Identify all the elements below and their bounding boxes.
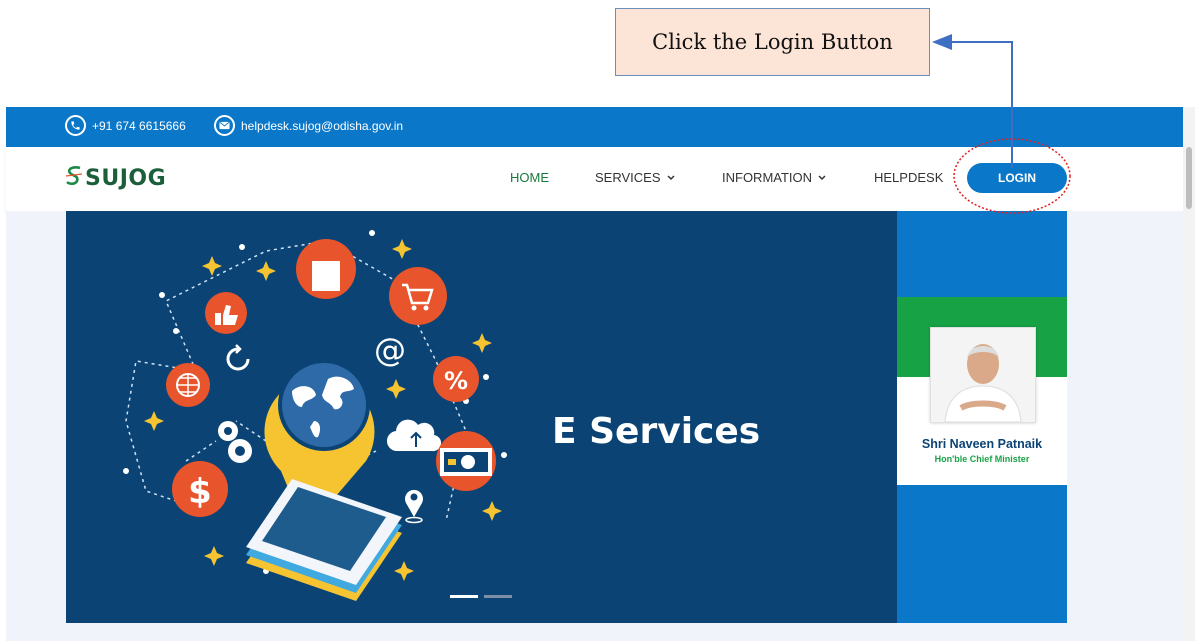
login-button[interactable]: LOGIN <box>967 163 1067 193</box>
nav-home[interactable]: HOME <box>510 170 549 185</box>
email-contact[interactable]: helpdesk.sujog@odisha.gov.in <box>214 115 403 136</box>
logo-icon <box>65 165 83 192</box>
phone-contact[interactable]: +91 674 6615666 <box>65 115 186 136</box>
banknote-icon <box>436 431 496 491</box>
nav-services-label: SERVICES <box>595 170 661 185</box>
smartphone-icon <box>246 479 402 601</box>
cm-card: Shri Naveen Patnaik Hon'ble Chief Minist… <box>897 297 1067 485</box>
cloud-icon <box>386 419 442 452</box>
thumbs-up-icon <box>205 292 247 334</box>
dollar-icon: $ <box>172 461 228 517</box>
annotation-callout: Click the Login Button <box>615 8 930 76</box>
nav-helpdesk-label: HELPDESK <box>874 170 944 185</box>
cm-side-panel: Shri Naveen Patnaik Hon'ble Chief Minist… <box>897 211 1067 623</box>
chevron-down-icon <box>666 174 675 180</box>
globe-icon <box>166 363 210 407</box>
website: +91 674 6615666 helpdesk.sujog@odisha.go… <box>6 107 1195 641</box>
contact-bar: +91 674 6615666 helpdesk.sujog@odisha.go… <box>6 107 1183 147</box>
mail-icon <box>214 115 235 136</box>
svg-text:$: $ <box>188 472 212 512</box>
slide-indicator-1[interactable] <box>450 595 478 598</box>
nav-information-label: INFORMATION <box>722 170 813 185</box>
svg-text:%: % <box>444 367 468 395</box>
at-icon: @ <box>374 331 406 369</box>
cm-name: Shri Naveen Patnaik <box>921 437 1043 451</box>
hero-banner: @ % $ E Services <box>66 211 897 623</box>
page-scrollbar[interactable] <box>1183 107 1195 641</box>
e-services-illustration: @ % $ <box>123 230 507 601</box>
cm-title: Hon'ble Chief Minister <box>934 454 1030 464</box>
sujog-logo[interactable]: SUJOG <box>65 165 166 192</box>
banner-title: E Services <box>552 411 761 452</box>
slide-indicator-2[interactable] <box>484 595 512 598</box>
phone-icon <box>65 115 86 136</box>
email-address: helpdesk.sujog@odisha.gov.in <box>241 118 404 133</box>
percent-icon: % <box>433 356 479 402</box>
nav-helpdesk[interactable]: HELPDESK <box>874 170 943 185</box>
slider-indicators <box>450 595 512 598</box>
nav-information[interactable]: INFORMATION <box>722 170 826 185</box>
main-navbar: SUJOG HOME SERVICES INFORMATION HELPDESK… <box>6 147 1183 211</box>
scrollbar-thumb[interactable] <box>1186 147 1192 209</box>
cart-icon <box>389 267 447 325</box>
phone-number: +91 674 6615666 <box>92 118 186 133</box>
chevron-down-icon <box>818 174 826 180</box>
annotation-text: Click the Login Button <box>652 30 893 54</box>
nav-services[interactable]: SERVICES <box>595 170 675 185</box>
gear-icon <box>218 421 252 463</box>
logo-text: SUJOG <box>85 166 167 191</box>
bag-icon <box>296 239 356 299</box>
nav-home-label: HOME <box>510 170 549 185</box>
location-pin-icon <box>405 489 424 524</box>
refresh-icon <box>226 344 250 371</box>
cm-photo <box>930 327 1036 423</box>
